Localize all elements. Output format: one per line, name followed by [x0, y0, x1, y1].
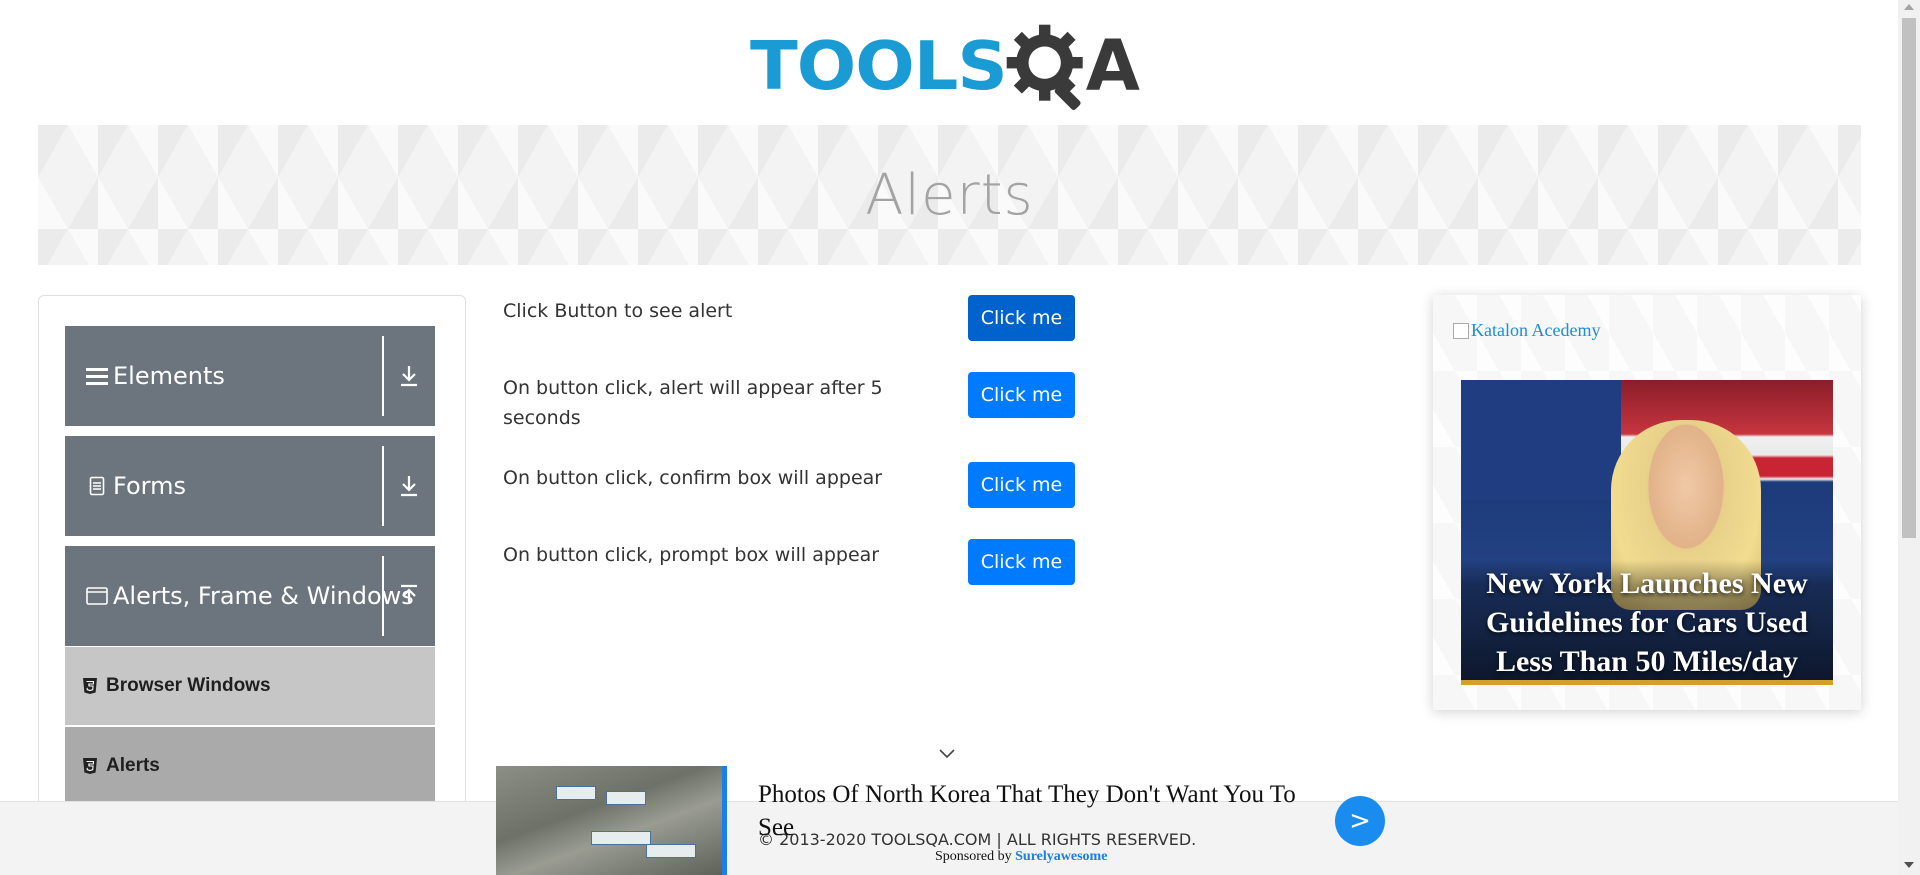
sticky-ad-image[interactable]	[496, 766, 722, 875]
flag-stars	[1461, 380, 1621, 500]
ad-caption: New York Launches New Guidelines for Car…	[1461, 560, 1833, 680]
page-banner: Alerts	[38, 125, 1861, 265]
ad-image-detail	[646, 844, 696, 858]
scrollbar-thumb[interactable]	[1902, 18, 1916, 538]
ad-image-detail	[591, 831, 651, 845]
sticky-ad-title[interactable]: Photos Of North Korea That They Don't Wa…	[758, 778, 1318, 844]
download-arrow-icon	[401, 366, 417, 387]
timer-alert-description-line2: seconds	[503, 407, 581, 429]
document-icon	[85, 476, 109, 496]
sticky-ad-go-button[interactable]: >	[1335, 796, 1385, 846]
timer-alert-description: On button click, alert will appear after…	[503, 373, 883, 433]
sidebar-item-browser-windows[interactable]: Browser Windows	[65, 647, 435, 725]
sidebar-group-label: Elements	[113, 362, 225, 390]
confirm-description: On button click, confirm box will appear	[503, 467, 883, 489]
ad-image[interactable]: New York Launches New Guidelines for Car…	[1461, 380, 1833, 685]
sponsored-by: Sponsored by Surelyawesome	[935, 849, 1107, 865]
katalon-ad-link-text: Katalon Acedemy	[1471, 320, 1601, 340]
sidebar-item-label: Alerts	[106, 755, 160, 776]
sponsor-link[interactable]: Surelyawesome	[1015, 849, 1107, 864]
sidebar-group-label: Alerts, Frame & Windows	[113, 582, 414, 610]
broken-image-icon	[1453, 322, 1469, 339]
sidebar-group-label: Forms	[113, 472, 186, 500]
alert-button[interactable]: Click me	[968, 295, 1075, 341]
download-arrow-icon	[401, 476, 417, 497]
sponsored-prefix: Sponsored by	[935, 849, 1012, 864]
group-divider	[382, 446, 384, 526]
timer-alert-button[interactable]: Click me	[968, 372, 1075, 418]
hamburger-icon	[85, 366, 109, 386]
vertical-scrollbar[interactable]	[1898, 0, 1920, 875]
html5-icon	[83, 678, 97, 694]
ad-image-detail	[556, 786, 596, 800]
katalon-ad-link[interactable]: Katalon Acedemy	[1453, 320, 1600, 341]
window-icon	[85, 587, 109, 605]
ad-image-detail	[606, 791, 646, 805]
alert-description: Click Button to see alert	[503, 300, 733, 322]
sidebar-group-forms[interactable]: Forms	[65, 436, 435, 536]
group-divider	[382, 556, 384, 636]
toolsqa-logo[interactable]: TOOLS A	[750, 18, 1155, 114]
gear-magnifier-icon	[1006, 24, 1083, 110]
group-divider	[382, 336, 384, 416]
sidebar-group-alerts-frame-windows[interactable]: Alerts, Frame & Windows	[65, 546, 435, 646]
prompt-button[interactable]: Click me	[968, 539, 1075, 585]
logo-text-a: A	[1085, 25, 1140, 107]
chevron-down-icon[interactable]	[938, 748, 956, 760]
sidebar-item-label: Browser Windows	[106, 675, 271, 696]
timer-alert-description-line1: On button click, alert will appear after…	[503, 377, 883, 399]
scroll-up-icon[interactable]	[1904, 4, 1914, 10]
upload-arrow-icon	[401, 584, 417, 604]
page-title: Alerts	[865, 162, 1034, 228]
confirm-button[interactable]: Click me	[968, 462, 1075, 508]
right-ad: Katalon Acedemy New York Launches New Gu…	[1433, 295, 1861, 710]
sticky-ad-accent	[722, 766, 727, 875]
scroll-down-icon[interactable]	[1904, 862, 1914, 868]
sidebar-item-alerts[interactable]: Alerts	[65, 727, 435, 805]
sidebar: Elements Forms Alerts, Frame & Windows B…	[38, 295, 466, 875]
logo-text-tools: TOOLS	[750, 27, 1008, 105]
html5-icon	[83, 758, 97, 774]
sidebar-group-elements[interactable]: Elements	[65, 326, 435, 426]
prompt-description: On button click, prompt box will appear	[503, 544, 880, 566]
